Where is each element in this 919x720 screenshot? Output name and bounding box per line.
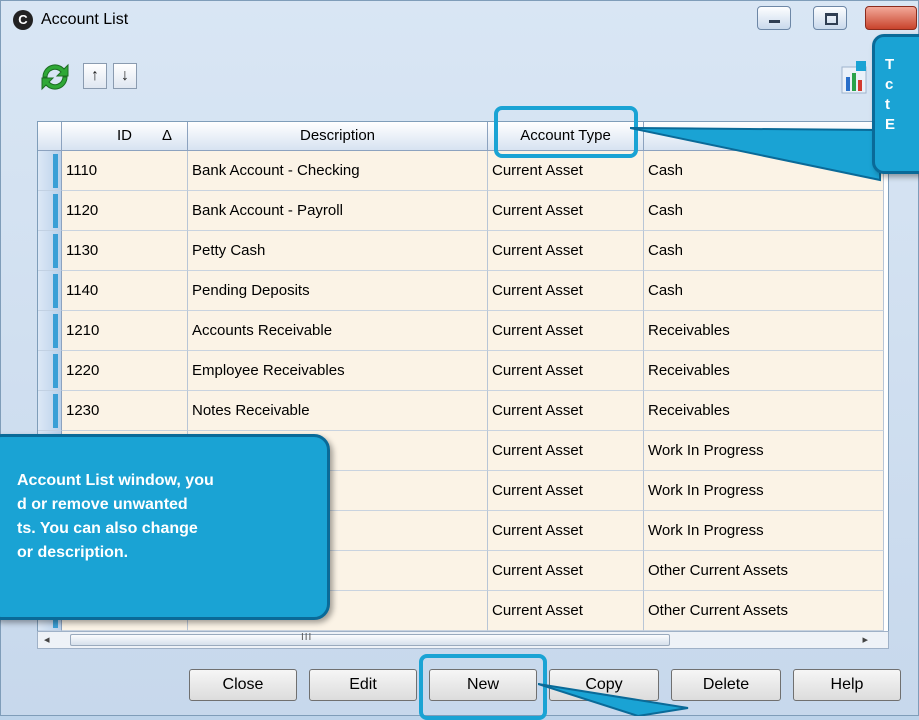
column-header-id-label: ID bbox=[117, 127, 132, 144]
cell-account-type[interactable]: Current Asset bbox=[488, 431, 644, 471]
cell-subtype[interactable]: Work In Progress bbox=[644, 471, 884, 511]
cell-subtype[interactable]: Cash bbox=[644, 231, 884, 271]
callout-line: d or remove unwanted bbox=[17, 496, 188, 513]
cell-subtype[interactable]: Receivables bbox=[644, 351, 884, 391]
header-selector bbox=[38, 122, 62, 150]
cell-account-type[interactable]: Current Asset bbox=[488, 271, 644, 311]
cell-subtype[interactable]: Work In Progress bbox=[644, 511, 884, 551]
move-down-button[interactable]: ↓ bbox=[113, 63, 137, 89]
callout-line: t bbox=[885, 96, 890, 113]
column-header-description[interactable]: Description bbox=[188, 122, 488, 150]
cell-id[interactable]: 1210 bbox=[62, 311, 188, 351]
window-close-button[interactable] bbox=[865, 6, 917, 30]
cell-id[interactable]: 1140 bbox=[62, 271, 188, 311]
table-row[interactable]: 1120 Bank Account - Payroll Current Asset C… bbox=[38, 191, 888, 231]
maximize-button[interactable] bbox=[813, 6, 847, 30]
cell-id[interactable]: 1130 bbox=[62, 231, 188, 271]
cell-subtype[interactable]: Receivables bbox=[644, 311, 884, 351]
cell-description[interactable]: Employee Receivables bbox=[188, 351, 488, 391]
cell-subtype[interactable]: Other Current Assets bbox=[644, 591, 884, 631]
table-row[interactable]: 1210 Accounts Receivable Current Asset Rece… bbox=[38, 311, 888, 351]
callout-pointer-top bbox=[630, 127, 881, 182]
report-chart-icon[interactable] bbox=[840, 61, 870, 95]
title-bar[interactable]: C Account List bbox=[1, 1, 918, 41]
help-callout-top-right: T c t E bbox=[872, 34, 919, 174]
horizontal-scrollbar[interactable]: ◂ III ▸ bbox=[37, 631, 889, 649]
row-selector[interactable] bbox=[38, 231, 62, 271]
callout-line: T bbox=[885, 56, 895, 73]
table-row[interactable]: 1230 Notes Receivable Current Asset Receiva… bbox=[38, 391, 888, 431]
row-selector[interactable] bbox=[38, 391, 62, 431]
cell-account-type[interactable]: Current Asset bbox=[488, 231, 644, 271]
callout-line: or description. bbox=[17, 544, 129, 561]
sort-ascending-icon: Δ bbox=[162, 127, 173, 144]
cell-account-type[interactable]: Current Asset bbox=[488, 511, 644, 551]
edit-button[interactable]: Edit bbox=[309, 669, 417, 701]
cell-account-type[interactable]: Current Asset bbox=[488, 351, 644, 391]
cell-id[interactable]: 1120 bbox=[62, 191, 188, 231]
callout-line: c bbox=[885, 76, 894, 93]
toolbar: ↑ ↓ bbox=[1, 49, 918, 99]
callout-pointer-bottom bbox=[538, 683, 689, 716]
cell-id[interactable]: 1220 bbox=[62, 351, 188, 391]
minimize-button[interactable] bbox=[757, 6, 791, 30]
help-callout-bottom-left: Account List window, you d or remove unw… bbox=[0, 434, 330, 620]
column-header-id[interactable]: ID Δ bbox=[62, 122, 188, 150]
cell-description[interactable]: Petty Cash bbox=[188, 231, 488, 271]
cell-description[interactable]: Bank Account - Checking bbox=[188, 151, 488, 191]
new-button-highlight bbox=[419, 654, 547, 720]
cell-description[interactable]: Pending Deposits bbox=[188, 271, 488, 311]
scroll-left-icon[interactable]: ◂ bbox=[44, 633, 50, 646]
row-selector[interactable] bbox=[38, 151, 62, 191]
row-selector[interactable] bbox=[38, 271, 62, 311]
scrollbar-thumb[interactable]: III bbox=[70, 632, 670, 646]
scroll-right-icon[interactable]: ▸ bbox=[862, 633, 868, 646]
callout-line: Account List window, you bbox=[17, 472, 214, 489]
cell-account-type[interactable]: Current Asset bbox=[488, 191, 644, 231]
table-row[interactable]: 1140 Pending Deposits Current Asset Cash bbox=[38, 271, 888, 311]
table-row[interactable]: 1130 Petty Cash Current Asset Cash bbox=[38, 231, 888, 271]
cell-id[interactable]: 1230 bbox=[62, 391, 188, 431]
callout-line: E bbox=[885, 116, 896, 133]
cell-account-type[interactable]: Current Asset bbox=[488, 391, 644, 431]
account-type-highlight bbox=[494, 106, 638, 158]
cell-subtype[interactable]: Cash bbox=[644, 191, 884, 231]
cell-description[interactable]: Accounts Receivable bbox=[188, 311, 488, 351]
table-row[interactable]: 1220 Employee Receivables Current Asset Rec… bbox=[38, 351, 888, 391]
cell-account-type[interactable]: Current Asset bbox=[488, 311, 644, 351]
callout-line: ts. You can also change bbox=[17, 520, 198, 537]
row-selector[interactable] bbox=[38, 191, 62, 231]
cell-subtype[interactable]: Work In Progress bbox=[644, 431, 884, 471]
cell-account-type[interactable]: Current Asset bbox=[488, 591, 644, 631]
cell-account-type[interactable]: Current Asset bbox=[488, 551, 644, 591]
cell-account-type[interactable]: Current Asset bbox=[488, 471, 644, 511]
refresh-icon[interactable] bbox=[37, 59, 73, 95]
move-up-button[interactable]: ↑ bbox=[83, 63, 107, 89]
help-button[interactable]: Help bbox=[793, 669, 901, 701]
cell-subtype[interactable]: Receivables bbox=[644, 391, 884, 431]
window-title: Account List bbox=[41, 11, 129, 28]
cell-subtype[interactable]: Cash bbox=[644, 271, 884, 311]
cell-description[interactable]: Bank Account - Payroll bbox=[188, 191, 488, 231]
row-selector[interactable] bbox=[38, 311, 62, 351]
cell-description[interactable]: Notes Receivable bbox=[188, 391, 488, 431]
close-button[interactable]: Close bbox=[189, 669, 297, 701]
row-selector[interactable] bbox=[38, 351, 62, 391]
cell-id[interactable]: 1110 bbox=[62, 151, 188, 191]
app-icon: C bbox=[13, 10, 33, 30]
cell-subtype[interactable]: Other Current Assets bbox=[644, 551, 884, 591]
scroll-grip-icon: III bbox=[301, 632, 313, 643]
